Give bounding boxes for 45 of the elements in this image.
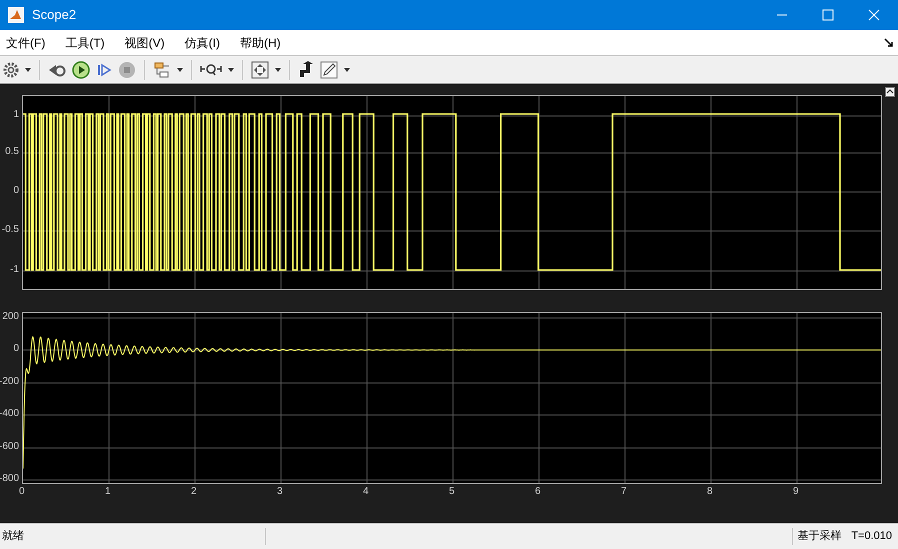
caret-icon[interactable] [177, 68, 183, 72]
caret-icon[interactable] [228, 68, 234, 72]
menu-item[interactable]: 文件(F) [0, 34, 52, 52]
block-diagram-icon[interactable] [153, 60, 171, 78]
settings-icon[interactable] [3, 62, 19, 78]
status-text: 就绪 [2, 528, 266, 545]
step-forward-icon[interactable] [96, 62, 112, 78]
pencil-icon[interactable] [320, 60, 338, 78]
x-tick-label: 8 [707, 487, 713, 497]
menu-item[interactable]: 工具(T) [59, 34, 111, 52]
y-tick-label: 0 [13, 186, 19, 196]
x-tick-label: 9 [793, 487, 799, 497]
x-tick-label: 1 [105, 487, 111, 497]
x-tick-label: 3 [277, 487, 283, 497]
sampling-mode: 基于采样 [792, 528, 846, 545]
maximize-icon[interactable] [822, 9, 834, 21]
app-logo-icon [8, 7, 24, 23]
y-tick-label: 0 [13, 344, 19, 354]
sim-time: T=0.010 [850, 529, 893, 544]
zoom-icon[interactable] [200, 62, 222, 76]
x-tick-label: 0 [19, 487, 25, 497]
menu-item[interactable]: 帮助(H) [234, 34, 287, 52]
x-tick-label: 7 [621, 487, 627, 497]
fit-to-view-icon[interactable] [251, 60, 269, 78]
x-tick-label: 6 [535, 487, 541, 497]
caret-icon[interactable] [25, 68, 31, 72]
caret-icon[interactable] [275, 68, 281, 72]
x-tick-label: 5 [449, 487, 455, 497]
caret-icon[interactable] [344, 68, 350, 72]
y-tick-label: -1 [10, 265, 19, 275]
play-icon[interactable] [72, 60, 90, 78]
restore-icon[interactable] [885, 87, 895, 97]
window-title: Scope2 [32, 6, 76, 24]
y-tick-label: -0.5 [2, 225, 19, 235]
close-icon[interactable] [868, 9, 880, 21]
menu-item[interactable]: 仿真(I) [178, 34, 226, 52]
menu-item[interactable]: 视图(V) [118, 34, 171, 52]
stop-icon[interactable] [118, 60, 136, 78]
y-tick-label: 1 [13, 110, 19, 120]
x-tick-label: 2 [191, 487, 197, 497]
y-tick-label: 200 [2, 312, 19, 322]
trigger-icon[interactable] [298, 60, 314, 78]
y-tick-label: 0.5 [5, 147, 19, 157]
x-tick-label: 4 [363, 487, 369, 497]
undock-arrow-icon[interactable] [884, 38, 894, 48]
